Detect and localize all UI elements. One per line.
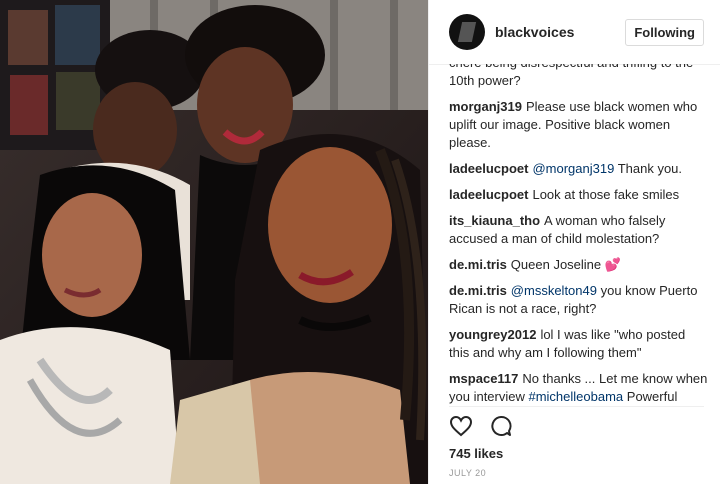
comment-item: its_kiauna_tho A woman who falsely accuse… (449, 212, 708, 248)
action-bar (449, 414, 513, 443)
comment-username[interactable]: its_kiauna_tho (449, 213, 540, 228)
comment-username[interactable]: de.mi.tris (449, 257, 507, 272)
group-selfie-image (0, 0, 428, 484)
comment-item: ladeelucpoet Look at those fake smiles (449, 186, 708, 204)
comment-item: mspace117 No thanks ... Let me know when … (449, 370, 708, 404)
heart-icon[interactable] (449, 414, 473, 443)
divider (449, 406, 704, 407)
comment-mention[interactable]: @morganj319 (532, 161, 614, 176)
logo-icon (457, 22, 477, 42)
comment-item: chere being disrespectful and trifling t… (449, 64, 708, 90)
comment-mention[interactable]: @msskelton49 (511, 283, 597, 298)
comment-item: de.mi.tris Queen Joseline 💕 (449, 256, 708, 274)
comment-item: morganj319 Please use black women who upl… (449, 98, 708, 152)
comment-username[interactable]: ladeelucpoet (449, 161, 528, 176)
comment-username[interactable]: youngrey2012 (449, 327, 536, 342)
comment-text: Look at those fake smiles (532, 187, 680, 202)
likes-count[interactable]: 745 likes (449, 446, 503, 461)
comment-username[interactable]: mspace117 (449, 371, 518, 386)
comment-text: chere being disrespectful and trifling t… (449, 64, 693, 88)
post-date: JULY 20 (449, 468, 487, 478)
comment-username[interactable]: morganj319 (449, 99, 522, 114)
comment-text: Queen Joseline (510, 257, 605, 272)
comment-item: de.mi.tris @msskelton49 you know Puerto R… (449, 282, 708, 318)
comment-icon[interactable] (489, 414, 513, 443)
comment-username[interactable]: ladeelucpoet (449, 187, 528, 202)
username[interactable]: blackvoices (495, 24, 625, 40)
comment-item: youngrey2012 lol I was like "who posted t… (449, 326, 708, 362)
post-header: blackvoices Following (429, 0, 720, 65)
comment-username[interactable]: de.mi.tris (449, 283, 507, 298)
instagram-post: blackvoices Following chere being disres… (0, 0, 720, 484)
comments-inner: chere being disrespectful and trifling t… (449, 64, 708, 404)
avatar[interactable] (449, 14, 485, 50)
following-button[interactable]: Following (625, 18, 704, 46)
comment-mention[interactable]: #michelleobama (528, 389, 623, 404)
comments-list[interactable]: chere being disrespectful and trifling t… (449, 64, 708, 404)
heart-emoji: 💕 (604, 257, 621, 272)
comment-text: Thank you. (614, 161, 683, 176)
post-photo[interactable] (0, 0, 428, 484)
comment-item: ladeelucpoet @morganj319 Thank you. (449, 160, 708, 178)
post-sidebar: blackvoices Following chere being disres… (428, 0, 720, 484)
